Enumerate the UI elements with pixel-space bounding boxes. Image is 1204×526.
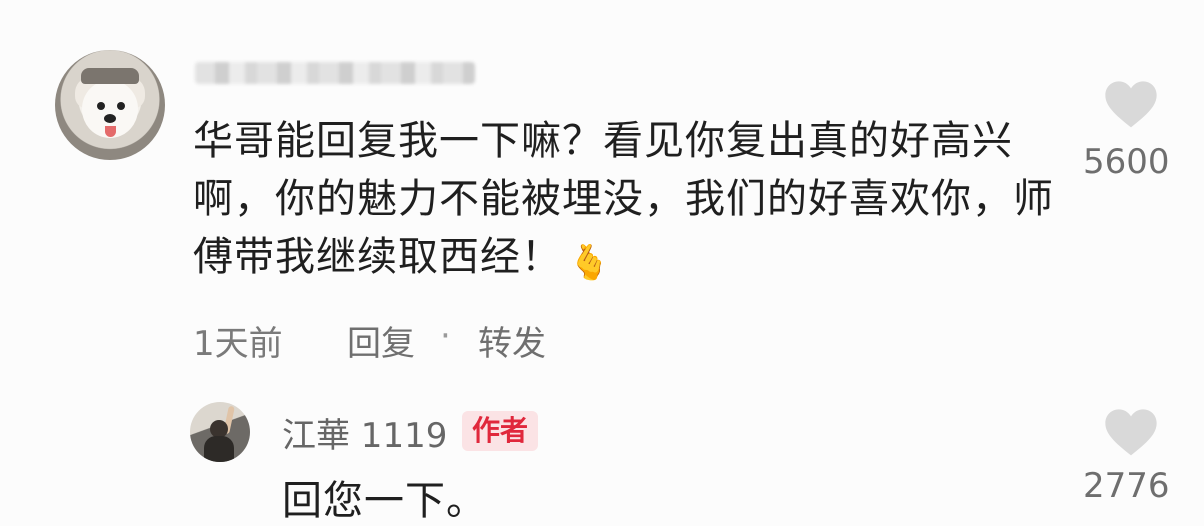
comment-like-button[interactable] (1103, 78, 1159, 134)
reply-like-button[interactable] (1103, 406, 1159, 462)
commenter-avatar[interactable] (55, 50, 165, 160)
heart-icon (1105, 409, 1157, 456)
author-avatar[interactable] (190, 402, 250, 462)
forward-button[interactable]: 转发 (478, 316, 546, 365)
comment-body: 华哥能回复我一下嘛？看见你复出真的好高兴啊，你的魅力不能被埋没，我们的好喜欢你，… (193, 118, 1054, 280)
reply-username[interactable]: 江華 1119 (282, 408, 447, 457)
heart-icon (1105, 81, 1157, 128)
author-badge: 作者 (462, 411, 539, 451)
commenter-name-blurred[interactable] (195, 62, 475, 84)
reply-button[interactable]: 回复 (347, 316, 415, 365)
meta-separator: · (440, 316, 451, 356)
reply-text: 回您一下。 (282, 478, 487, 524)
comment-timestamp: 1天前 (193, 324, 283, 364)
reply-like-count: 2776 (1083, 466, 1170, 506)
comment-like-count: 5600 (1083, 142, 1170, 182)
finger-heart-emoji-icon: 🫰 (568, 243, 612, 283)
comment-text: 华哥能回复我一下嘛？看见你复出真的好高兴啊，你的魅力不能被埋没，我们的好喜欢你，… (193, 112, 1073, 292)
